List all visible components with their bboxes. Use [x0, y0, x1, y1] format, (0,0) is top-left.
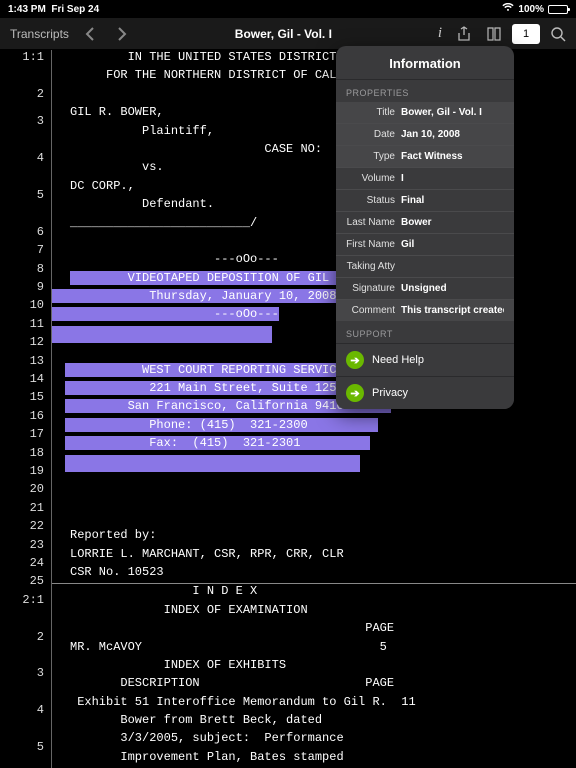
wifi-icon: [502, 3, 514, 15]
properties-list: TitleBower, Gil - Vol. I DateJan 10, 200…: [336, 102, 514, 321]
support-privacy[interactable]: ➔ Privacy: [336, 376, 514, 409]
prop-row-type[interactable]: TypeFact Witness: [336, 145, 514, 167]
back-button[interactable]: Transcripts: [6, 25, 73, 43]
page-number-input[interactable]: 1: [512, 24, 540, 44]
line: Bower from Brett Beck, dated: [52, 713, 576, 731]
status-time: 1:43 PM Fri Sep 24: [8, 4, 99, 15]
line: [52, 510, 576, 528]
page-line-marker: 1:1: [0, 50, 48, 64]
highlighted-line: [52, 455, 576, 473]
arrow-right-icon: ➔: [346, 384, 364, 402]
line: CSR No. 10523: [52, 565, 576, 583]
line: Improvement Plan, Bates stamped: [52, 750, 576, 768]
info-button[interactable]: i: [434, 23, 446, 44]
prop-row-volume[interactable]: VolumeI: [336, 167, 514, 189]
prop-row-comment[interactable]: CommentThis transcript created and: [336, 299, 514, 321]
line: 3/3/2005, subject: Performance: [52, 731, 576, 749]
panel-section-properties: PROPERTIES: [336, 80, 514, 102]
arrow-right-icon: ➔: [346, 351, 364, 369]
line: INDEX OF EXAMINATION: [52, 603, 576, 621]
share-button[interactable]: [452, 24, 476, 44]
page-line-marker: 2:1: [0, 593, 48, 607]
line: PAGE: [52, 621, 576, 639]
bookmark-button[interactable]: [482, 24, 506, 44]
prop-row-status[interactable]: StatusFinal: [336, 189, 514, 211]
highlighted-line: Fax: (415) 321-2301: [52, 436, 576, 454]
line: LORRIE L. MARCHANT, CSR, RPR, CRR, CLR: [52, 547, 576, 565]
line: [52, 473, 576, 491]
prop-row-firstname[interactable]: First NameGil: [336, 233, 514, 255]
prop-row-title[interactable]: TitleBower, Gil - Vol. I: [336, 102, 514, 123]
battery-percent: 100%: [518, 4, 544, 15]
line: Exhibit 51 Interoffice Memorandum to Gil…: [52, 695, 576, 713]
prop-row-lastname[interactable]: Last NameBower: [336, 211, 514, 233]
line: MR. McAVOY 5: [52, 640, 576, 658]
line: DESCRIPTION PAGE: [52, 676, 576, 694]
prop-row-date[interactable]: DateJan 10, 2008: [336, 123, 514, 145]
document-title: Bower, Gil - Vol. I: [139, 27, 428, 41]
line: I N D E X: [52, 584, 576, 602]
line-gutter: 1:1 2 3 4 5 6 7 8 9 10 11 12 13 14 15 16…: [0, 50, 52, 768]
line: Reported by:: [52, 528, 576, 546]
prop-row-takingatty[interactable]: Taking Atty: [336, 255, 514, 277]
info-panel: Information PROPERTIES TitleBower, Gil -…: [336, 46, 514, 409]
battery-icon: [548, 5, 568, 14]
status-bar: 1:43 PM Fri Sep 24 100%: [0, 0, 576, 18]
support-need-help[interactable]: ➔ Need Help: [336, 343, 514, 376]
line: [52, 491, 576, 509]
prop-row-signature[interactable]: SignatureUnsigned: [336, 277, 514, 299]
prev-page-button[interactable]: [79, 24, 103, 44]
highlighted-line: Phone: (415) 321-2300: [52, 418, 576, 436]
panel-section-support: SUPPORT: [336, 321, 514, 343]
line: INDEX OF EXHIBITS: [52, 658, 576, 676]
search-button[interactable]: [546, 24, 570, 44]
next-page-button[interactable]: [109, 24, 133, 44]
